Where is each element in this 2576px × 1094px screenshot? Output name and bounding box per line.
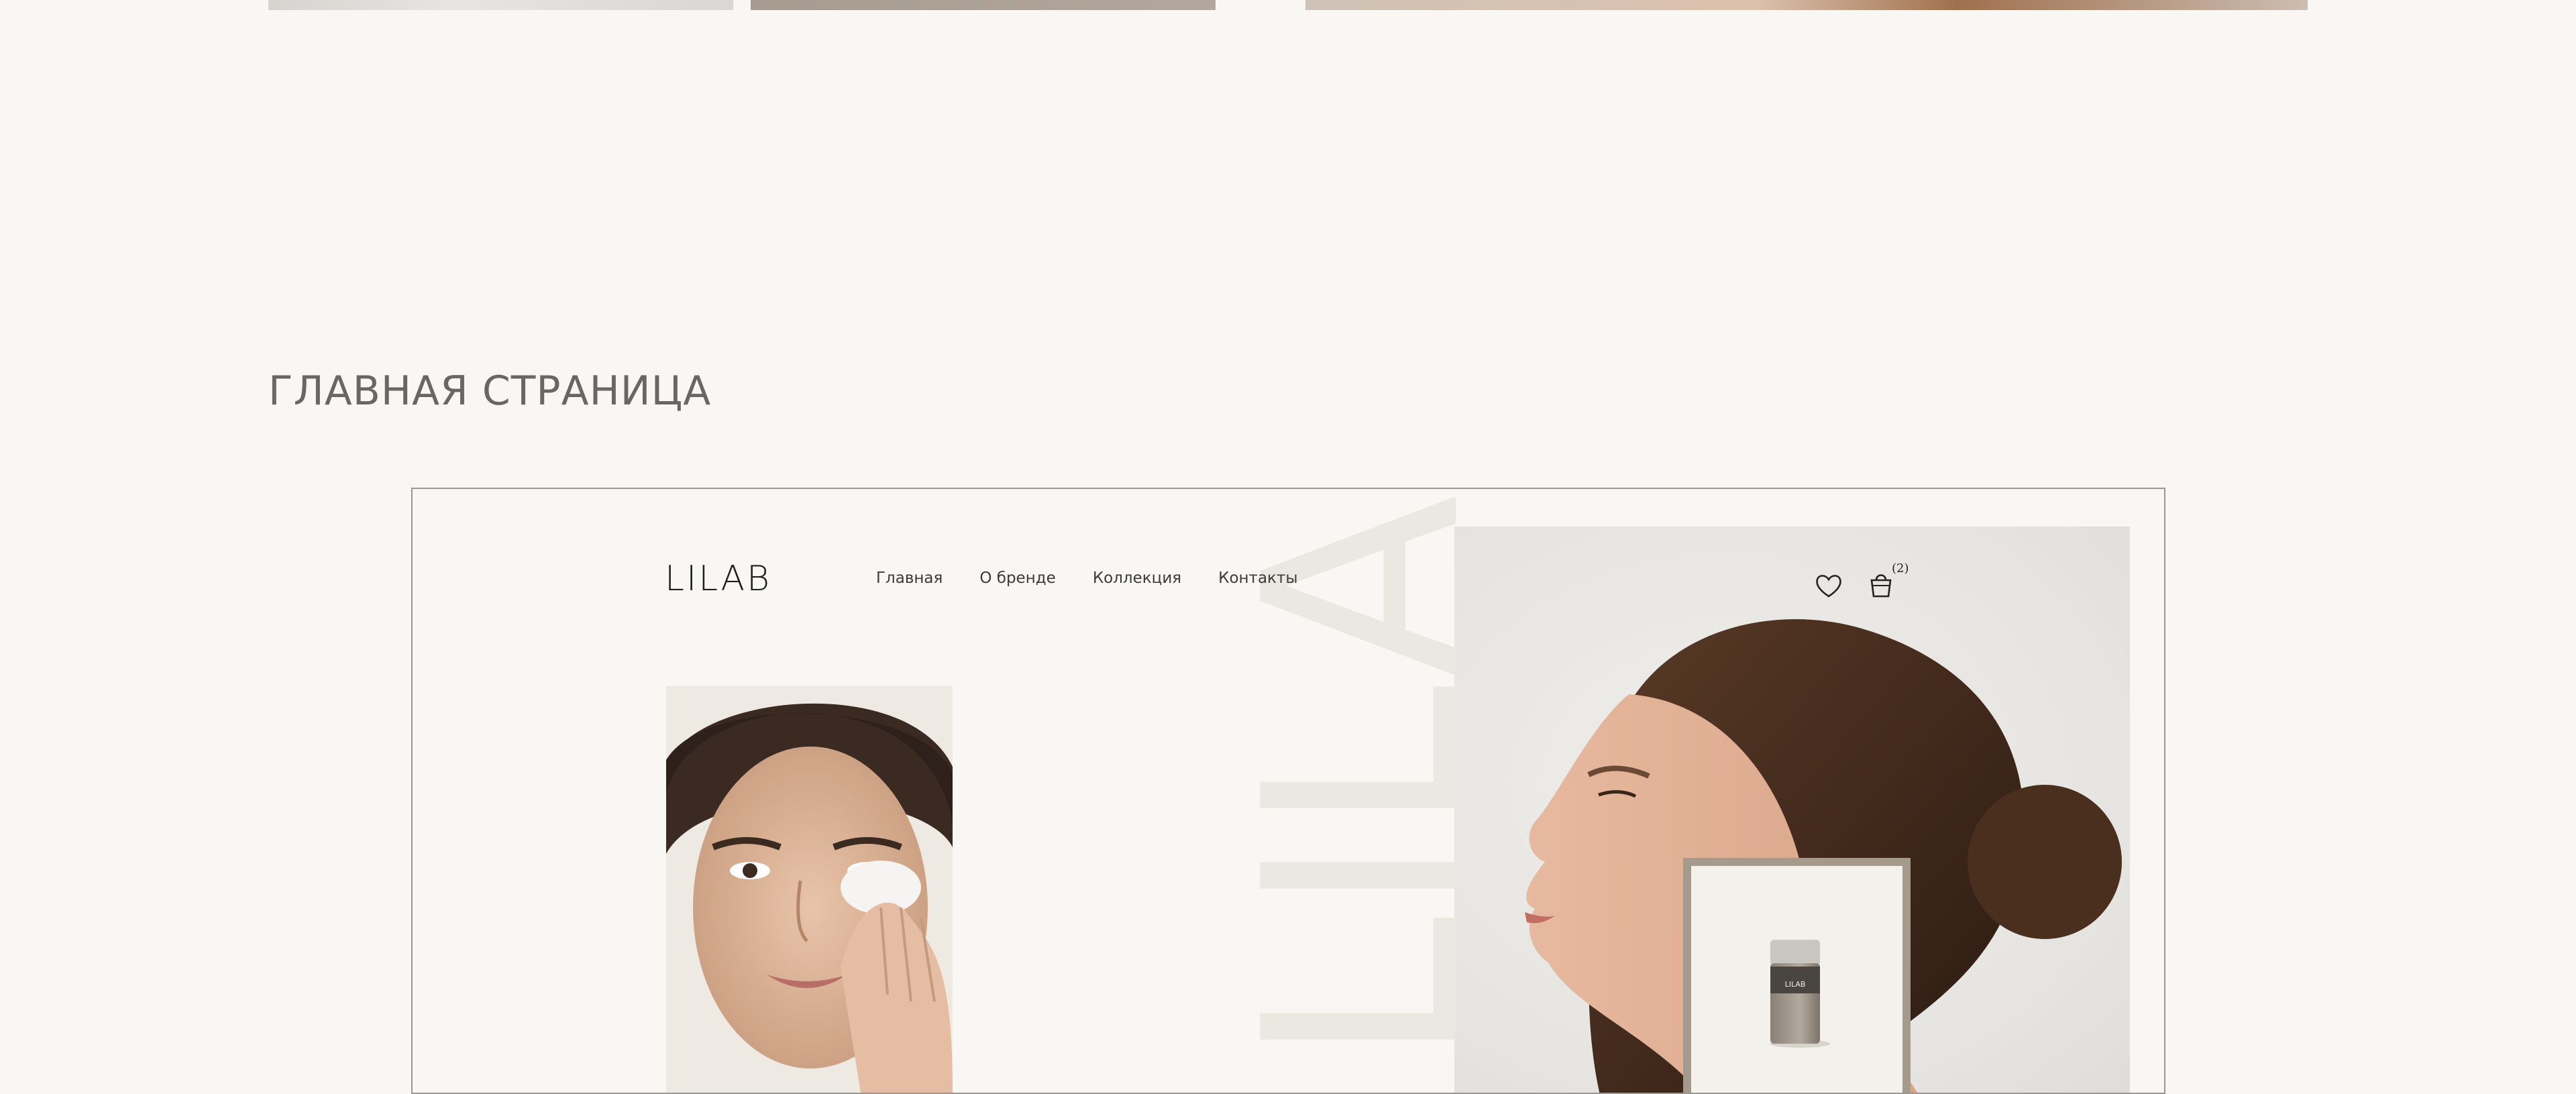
nav-item-about[interactable]: О бренде	[979, 569, 1055, 587]
cream-jar-icon: LILAB	[1770, 940, 1830, 1048]
nav-item-home[interactable]: Главная	[876, 569, 943, 587]
gallery-image-3	[1305, 0, 2308, 10]
product-card[interactable]: LILAB	[1683, 858, 1911, 1093]
gallery-image-2	[751, 0, 1216, 10]
model-photo-small	[666, 686, 953, 1093]
nav-item-collection[interactable]: Коллекция	[1093, 569, 1181, 587]
main-nav: Главная О бренде Коллекция Контакты	[876, 569, 1335, 587]
gallery-image-1	[268, 0, 733, 10]
shopping-bag-icon[interactable]	[1867, 569, 1895, 599]
nav-item-contacts[interactable]: Контакты	[1218, 569, 1297, 587]
heart-icon[interactable]	[1815, 572, 1843, 599]
svg-text:LILAB: LILAB	[1785, 980, 1806, 989]
cart-count-badge: (2)	[1892, 561, 1909, 576]
homepage-mockup: LILAB LILAB Главная О бренде Коллекция К…	[411, 488, 2165, 1094]
section-title: ГЛАВНАЯ СТРАНИЦА	[268, 368, 712, 415]
brand-logo[interactable]: LILAB	[665, 559, 771, 599]
product-card-inner: LILAB	[1691, 866, 1902, 1093]
